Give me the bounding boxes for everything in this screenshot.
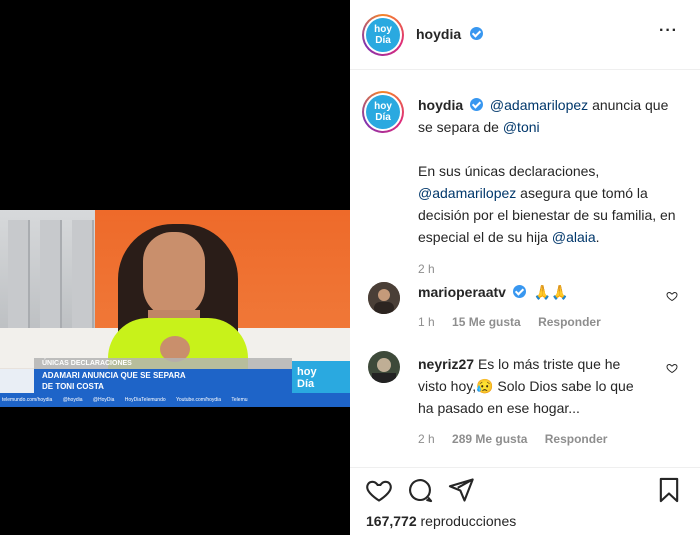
action-bar: 167,772 reproducciones (350, 467, 700, 535)
social-ticker: telemundo.com/hoydia @hoydia @HoyDia Hoy… (0, 393, 350, 407)
hoydia-logo: hoy Día (366, 18, 400, 52)
save-bookmark-icon[interactable] (655, 476, 683, 504)
comment-text: 🙏🙏 (533, 284, 569, 300)
comment-likes[interactable]: 289 Me gusta (452, 432, 527, 446)
mention-link[interactable]: @adamarilopez (418, 185, 516, 201)
tv-logo-line-2: Día (297, 378, 315, 390)
video-frame[interactable]: ÚNICAS DECLARACIONES ADAMARI ANUNCIA QUE… (0, 210, 350, 407)
reply-button[interactable]: Responder (545, 432, 608, 446)
lower-third-ribbon (0, 369, 34, 393)
caption-timestamp[interactable]: 2 h (418, 258, 683, 280)
headline-line-2: DE TONI COSTA (42, 382, 104, 391)
mention-link[interactable]: @adamarilopez (490, 97, 588, 113)
lower-third: ÚNICAS DECLARACIONES ADAMARI ANUNCIA QUE… (0, 358, 350, 407)
commenter-avatar[interactable] (368, 351, 400, 383)
post-caption: hoydia @adamarilopez anuncia que se sepa… (418, 94, 683, 280)
ticker-item: telemundo.com/hoydia (2, 397, 53, 403)
caption-username[interactable]: hoydia (418, 97, 463, 113)
caption-author-avatar[interactable]: hoy Día (362, 91, 404, 133)
avatar-text-1: hoy (374, 101, 392, 112)
avatar-text-2: Día (375, 35, 391, 46)
post-header: hoy Día hoydia ··· (350, 0, 700, 70)
comment-meta: 1 h 15 Me gusta Responder (418, 315, 648, 329)
post-panel: hoy Día hoydia ··· hoy Día hoydia @adama… (350, 0, 700, 535)
avatar-text-2: Día (375, 112, 391, 123)
author-username[interactable]: hoydia (416, 26, 461, 42)
commenter-avatar[interactable] (368, 282, 400, 314)
ticker-item: HoyDiaTelemundo (124, 397, 166, 403)
caption-text: . (595, 229, 600, 245)
lower-third-label: ÚNICAS DECLARACIONES (34, 358, 292, 369)
comments-section[interactable]: hoy Día hoydia @adamarilopez anuncia que… (350, 71, 700, 467)
author-avatar[interactable]: hoy Día (362, 14, 404, 56)
verified-badge-icon (469, 27, 483, 40)
author-name-row: hoydia (416, 26, 483, 44)
caption-text: En sus únicas declaraciones, (418, 163, 600, 179)
ticker-item: @hoydia (62, 397, 83, 403)
like-heart-icon[interactable] (365, 476, 393, 504)
mention-link[interactable]: @alaia (552, 229, 596, 245)
tv-logo-line-1: hoy (297, 366, 317, 378)
reply-button[interactable]: Responder (538, 315, 601, 329)
ticker-item: @HoyDia (92, 397, 115, 403)
comment-meta: 2 h 289 Me gusta Responder (418, 428, 644, 450)
hoydia-logo: hoy Día (366, 95, 400, 129)
presenter-face (143, 232, 205, 318)
verified-badge-icon (470, 98, 484, 111)
more-options-icon[interactable]: ··· (659, 22, 678, 40)
headline-line-1: ADAMARI ANUNCIA QUE SE SEPARA (42, 371, 186, 380)
verified-badge-icon (513, 285, 527, 298)
lower-third-headline: ADAMARI ANUNCIA QUE SE SEPARA DE TONI CO… (34, 369, 292, 393)
avatar-text-1: hoy (374, 24, 392, 35)
ticker-item: Telemu (231, 397, 248, 403)
hoydia-tv-logo: hoy Día (292, 361, 350, 393)
comment-username[interactable]: marioperaatv (418, 284, 506, 300)
comment-item: neyriz27 Es lo más triste que he visto h… (418, 353, 644, 450)
views-number: 167,772 (366, 513, 417, 529)
mention-link[interactable]: @toni (503, 119, 540, 135)
like-comment-heart-icon[interactable] (666, 290, 678, 302)
comment-likes[interactable]: 15 Me gusta (452, 315, 521, 329)
share-send-icon[interactable] (447, 476, 475, 504)
views-count[interactable]: 167,772 reproducciones (366, 513, 516, 529)
views-label: reproducciones (420, 513, 517, 529)
comment-username[interactable]: neyriz27 (418, 356, 474, 372)
comment-time[interactable]: 1 h (418, 315, 435, 329)
comment-bubble-icon[interactable] (406, 476, 434, 504)
video-panel[interactable]: ÚNICAS DECLARACIONES ADAMARI ANUNCIA QUE… (0, 0, 350, 535)
ticker-item: Youtube.com/hoydia (175, 397, 222, 403)
like-comment-heart-icon[interactable] (666, 362, 678, 374)
comment-time[interactable]: 2 h (418, 432, 435, 446)
comment-item: marioperaatv 🙏🙏 1 h 15 Me gusta Responde… (418, 284, 648, 329)
